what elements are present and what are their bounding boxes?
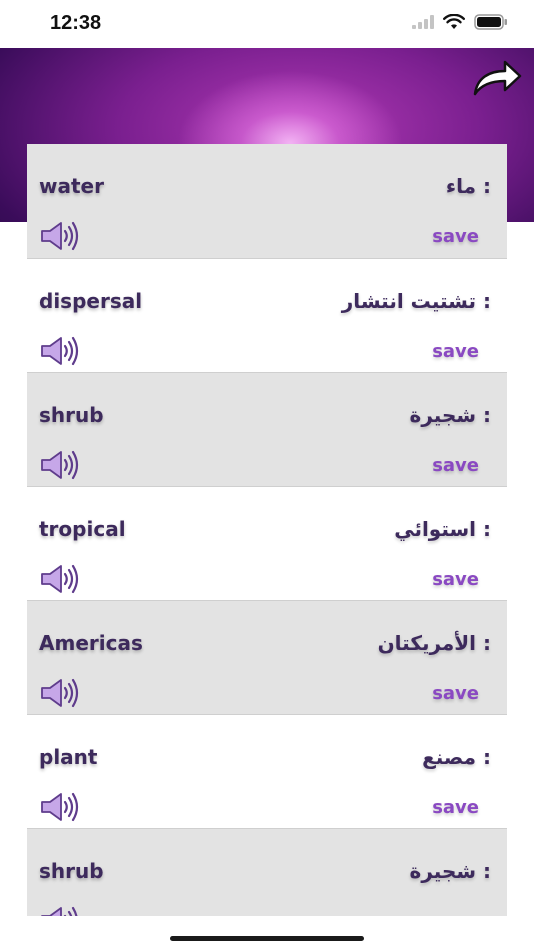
save-button[interactable]: save: [432, 341, 479, 362]
english-word: water: [39, 174, 104, 198]
word-row: shrub : شجيرة save: [27, 828, 507, 916]
battery-icon: [474, 14, 507, 30]
signal-icon: [412, 15, 434, 29]
speaker-icon[interactable]: [39, 335, 79, 367]
save-button[interactable]: save: [432, 455, 479, 476]
wifi-icon: [443, 14, 465, 29]
save-button[interactable]: save: [432, 683, 479, 704]
arabic-translation: : تشتيت انتشار: [341, 289, 491, 313]
word-row: dispersal : تشتيت انتشار save: [27, 258, 507, 372]
save-button[interactable]: save: [432, 797, 479, 818]
word-row: plant : مصنع save: [27, 714, 507, 828]
word-row: shrub : شجيرة save: [27, 372, 507, 486]
arabic-translation: : شجيرة: [409, 403, 491, 427]
english-word: shrub: [39, 403, 104, 427]
home-indicator: [170, 936, 364, 941]
word-row: water : ماء save: [27, 144, 507, 258]
speaker-icon[interactable]: [39, 220, 79, 252]
english-word: dispersal: [39, 289, 143, 313]
speaker-icon[interactable]: [39, 791, 79, 823]
english-word: tropical: [39, 517, 126, 541]
speaker-icon[interactable]: [39, 677, 79, 709]
speaker-icon[interactable]: [39, 563, 79, 595]
speaker-icon[interactable]: [39, 905, 79, 916]
english-word: plant: [39, 745, 98, 769]
share-button[interactable]: [470, 56, 524, 100]
status-time: 12:38: [50, 12, 102, 34]
speaker-icon[interactable]: [39, 449, 79, 481]
english-word: Americas: [39, 631, 143, 655]
save-button[interactable]: save: [432, 226, 479, 247]
word-list: water : ماء save dispersal : تشتيت انتشا…: [27, 144, 507, 916]
status-bar: 12:38: [0, 0, 534, 48]
arabic-translation: : ماء: [445, 174, 491, 198]
word-row: Americas : الأمريكتان save: [27, 600, 507, 714]
arabic-translation: : مصنع: [422, 745, 491, 769]
arabic-translation: : شجيرة: [409, 859, 491, 883]
word-row: tropical : استوائي save: [27, 486, 507, 600]
arabic-translation: : استوائي: [394, 517, 491, 541]
save-button[interactable]: save: [432, 569, 479, 590]
curved-arrow-icon: [473, 60, 522, 96]
english-word: shrub: [39, 859, 104, 883]
arabic-translation: : الأمريكتان: [377, 631, 491, 655]
save-button[interactable]: save: [432, 911, 479, 916]
status-icons: [412, 14, 508, 30]
